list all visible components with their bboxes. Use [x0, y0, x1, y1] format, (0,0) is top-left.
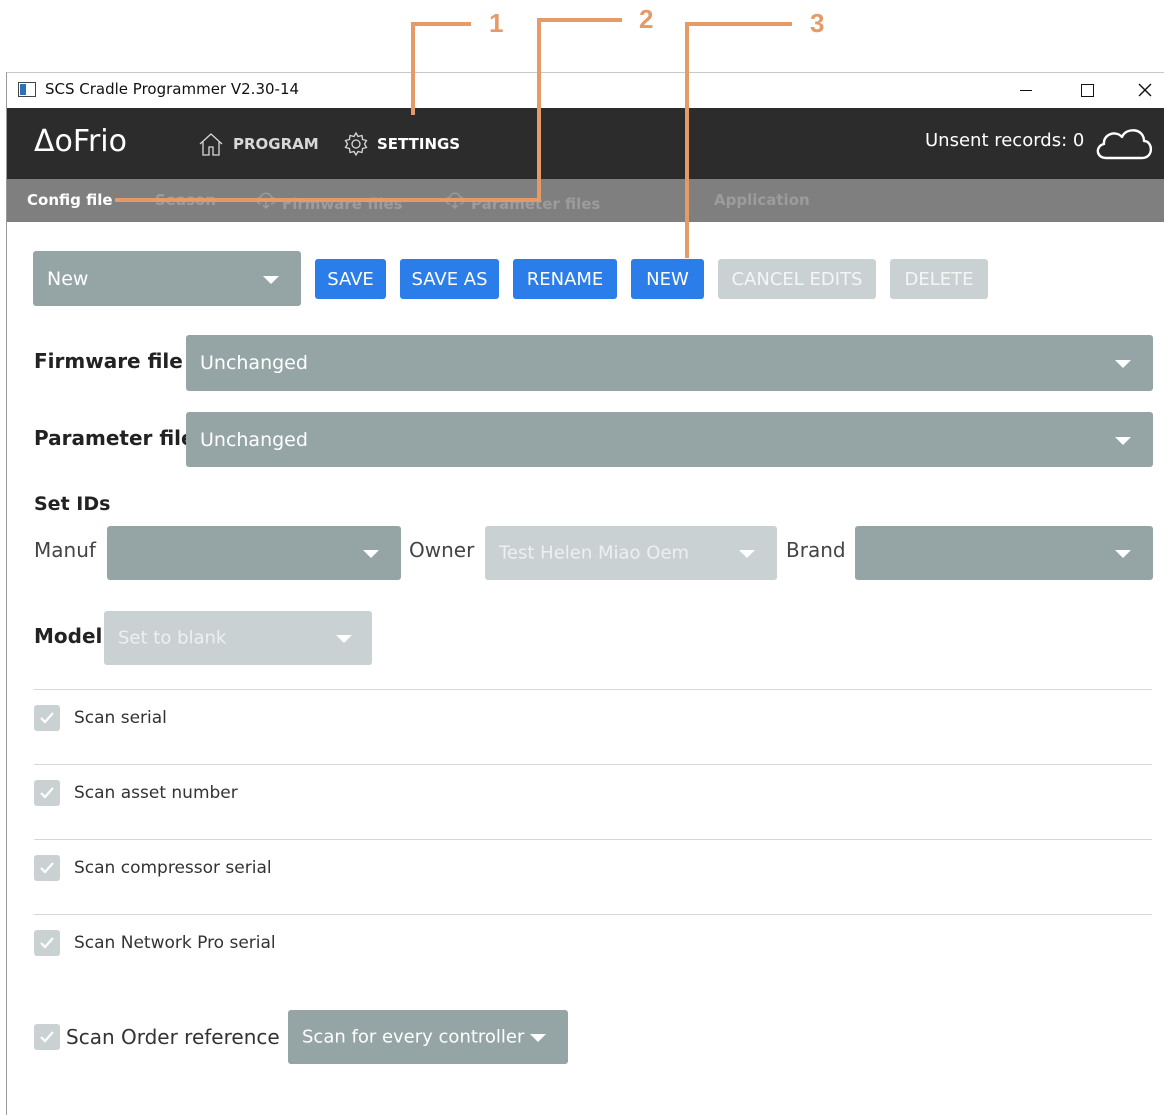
- app-header: ΔoFrio PROGRAM SETTINGS Unsent records: …: [7, 108, 1164, 179]
- callout-number-3: 3: [810, 8, 825, 38]
- parameter-file-value: Unchanged: [200, 428, 308, 451]
- nav-program-label: PROGRAM: [233, 135, 319, 153]
- firmware-file-select[interactable]: Unchanged: [186, 335, 1153, 391]
- divider: [34, 914, 1152, 915]
- chevron-down-icon: [363, 550, 379, 558]
- save-button[interactable]: SAVE: [315, 259, 386, 299]
- title-bar: SCS Cradle Programmer V2.30-14: [7, 73, 1164, 108]
- divider: [34, 689, 1152, 690]
- callout-line-2: [537, 18, 622, 22]
- scan-compressor-serial-row[interactable]: Scan compressor serial: [34, 855, 272, 881]
- owner-value: Test Helen Miao Oem: [499, 542, 690, 564]
- divider: [34, 764, 1152, 765]
- tab-application[interactable]: Application: [714, 191, 810, 209]
- scan-compressor-serial-checkbox[interactable]: [34, 855, 60, 881]
- chevron-down-icon: [1115, 436, 1131, 445]
- callout-line-1: [411, 22, 471, 26]
- callout-line-2: [115, 198, 541, 202]
- model-value: Set to blank: [118, 627, 227, 649]
- checkmark-icon: [40, 1031, 54, 1043]
- manuf-select[interactable]: [107, 526, 401, 580]
- minimize-button[interactable]: [1003, 73, 1049, 107]
- scan-order-reference-checkbox[interactable]: [34, 1024, 60, 1050]
- chevron-down-icon: [336, 635, 352, 643]
- chevron-down-icon: [1115, 360, 1131, 368]
- maximize-button[interactable]: [1064, 73, 1110, 107]
- callout-line-3: [685, 22, 792, 26]
- model-select[interactable]: Set to blank: [104, 611, 372, 665]
- parameter-file-label: Parameter file: [34, 426, 195, 450]
- scan-network-pro-serial-row[interactable]: Scan Network Pro serial: [34, 930, 276, 956]
- set-ids-heading: Set IDs: [34, 493, 111, 515]
- owner-label: Owner: [409, 538, 475, 562]
- scan-asset-number-label: Scan asset number: [74, 783, 238, 803]
- tab-firmware-files[interactable]: Firmware files: [256, 191, 403, 213]
- maximize-icon: [1080, 83, 1094, 97]
- scan-serial-label: Scan serial: [74, 708, 167, 728]
- divider: [34, 839, 1152, 840]
- scan-compressor-serial-label: Scan compressor serial: [74, 858, 272, 878]
- unsent-records: Unsent records: 0: [925, 130, 1085, 151]
- tab-parameter-files[interactable]: Parameter files: [445, 191, 600, 213]
- callout-number-1: 1: [489, 8, 504, 38]
- checkmark-icon: [40, 787, 54, 799]
- gear-icon: [344, 131, 368, 157]
- download-icon: [256, 191, 276, 213]
- tab-config-file-label: Config file: [27, 191, 113, 209]
- app-icon: [18, 82, 36, 97]
- tab-application-label: Application: [714, 191, 810, 209]
- new-button[interactable]: NEW: [631, 259, 704, 299]
- scan-order-select[interactable]: Scan for every controller: [288, 1010, 568, 1064]
- scan-order-value: Scan for every controller: [302, 1026, 525, 1048]
- home-icon: [199, 133, 223, 156]
- nav-settings-label: SETTINGS: [377, 135, 461, 153]
- callout-line-2: [537, 18, 541, 200]
- callout-line-3: [685, 22, 689, 258]
- chevron-down-icon: [530, 1034, 546, 1042]
- tab-config-file[interactable]: Config file: [27, 191, 113, 209]
- firmware-file-label: Firmware file: [34, 349, 183, 373]
- scan-network-pro-serial-checkbox[interactable]: [34, 930, 60, 956]
- download-icon: [445, 191, 465, 213]
- parameter-file-select[interactable]: Unchanged: [186, 412, 1153, 467]
- brand-label: Brand: [786, 538, 846, 562]
- delete-button[interactable]: DELETE: [890, 259, 988, 299]
- minimize-icon: [1020, 89, 1032, 91]
- model-label: Model: [34, 624, 103, 648]
- brand-select[interactable]: [855, 526, 1153, 580]
- callout-number-2: 2: [639, 4, 654, 34]
- scan-asset-number-row[interactable]: Scan asset number: [34, 780, 238, 806]
- scan-order-reference-label: Scan Order reference: [66, 1025, 280, 1049]
- config-file-select-value: New: [47, 267, 89, 290]
- callout-line-1: [411, 22, 415, 115]
- manuf-label: Manuf: [34, 538, 96, 562]
- window-title: SCS Cradle Programmer V2.30-14: [45, 80, 300, 98]
- chevron-down-icon: [1115, 550, 1131, 558]
- checkmark-icon: [40, 937, 54, 949]
- chevron-down-icon: [739, 550, 755, 558]
- nav-settings[interactable]: SETTINGS: [343, 131, 460, 157]
- checkmark-icon: [40, 862, 54, 874]
- cloud-icon[interactable]: [1092, 122, 1156, 164]
- scan-network-pro-serial-label: Scan Network Pro serial: [74, 933, 276, 953]
- cancel-edits-button[interactable]: CANCEL EDITS: [718, 259, 876, 299]
- app-window: SCS Cradle Programmer V2.30-14 ΔoFrio PR…: [6, 72, 1164, 1115]
- save-as-button[interactable]: SAVE AS: [400, 259, 499, 299]
- chevron-down-icon: [263, 275, 279, 284]
- scan-serial-checkbox[interactable]: [34, 705, 60, 731]
- owner-select[interactable]: Test Helen Miao Oem: [485, 526, 777, 580]
- rename-button[interactable]: RENAME: [513, 259, 617, 299]
- scan-serial-row[interactable]: Scan serial: [34, 705, 167, 731]
- nav-program[interactable]: PROGRAM: [197, 131, 319, 157]
- config-file-select[interactable]: New: [33, 251, 301, 306]
- scan-asset-number-checkbox[interactable]: [34, 780, 60, 806]
- close-icon: [1138, 83, 1152, 97]
- checkmark-icon: [40, 712, 54, 724]
- scan-order-reference-row[interactable]: Scan Order reference: [34, 1024, 280, 1050]
- aofrio-logo: ΔoFrio: [34, 124, 127, 159]
- close-button[interactable]: [1125, 73, 1164, 107]
- firmware-file-value: Unchanged: [200, 352, 308, 374]
